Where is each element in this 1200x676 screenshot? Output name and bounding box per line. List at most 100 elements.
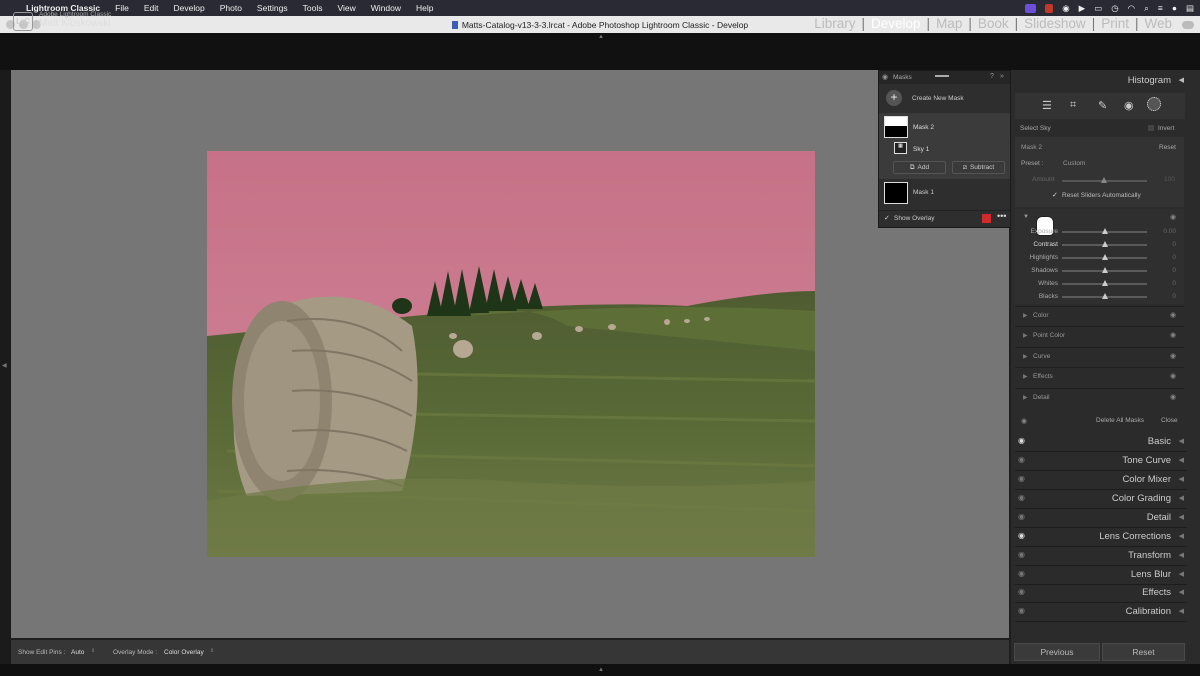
- slider-knob[interactable]: [1102, 280, 1108, 286]
- slider-value[interactable]: 0: [1150, 293, 1176, 300]
- expand-filmstrip-icon[interactable]: ▲: [598, 667, 604, 673]
- cloud-sync-icon[interactable]: [1182, 21, 1194, 29]
- overlay-color-swatch[interactable]: [982, 214, 991, 223]
- menu-window[interactable]: Window: [371, 3, 401, 13]
- develop-panel-header[interactable]: ◉ Color Grading ◀: [1015, 490, 1187, 509]
- reset-button[interactable]: Reset: [1102, 643, 1185, 661]
- panel-visibility-icon[interactable]: ◉: [1018, 606, 1025, 615]
- visibility-icon[interactable]: ◉: [1170, 372, 1176, 380]
- edit-sliders-icon[interactable]: ☰: [1042, 99, 1052, 112]
- mask2-thumbnail[interactable]: [884, 116, 908, 138]
- overlay-mode-select[interactable]: Color Overlay: [164, 649, 204, 656]
- develop-panel-header[interactable]: ◉ Lens Blur ◀: [1015, 566, 1187, 585]
- visibility-icon[interactable]: ◉: [1170, 393, 1176, 401]
- red-app-icon[interactable]: [1045, 3, 1054, 13]
- panel-visibility-icon[interactable]: ◉: [1018, 474, 1025, 483]
- panel-visibility-icon[interactable]: ◉: [1018, 436, 1025, 445]
- delete-all-masks-button[interactable]: Delete All Masks: [1096, 417, 1144, 424]
- slider-value[interactable]: 0: [1150, 267, 1176, 274]
- reset-sliders-checkbox[interactable]: ✓: [1052, 191, 1058, 199]
- panel-visibility-icon[interactable]: ◉: [1018, 493, 1025, 502]
- mask-reset-button[interactable]: Reset: [1159, 144, 1176, 151]
- slider-value[interactable]: 0: [1150, 241, 1176, 248]
- mask1-label[interactable]: Mask 1: [913, 189, 934, 196]
- menu-tools[interactable]: Tools: [303, 3, 323, 13]
- masks-visibility-icon[interactable]: ◉: [1021, 417, 1027, 425]
- develop-panel-header[interactable]: ◉ Effects ◀: [1015, 584, 1187, 603]
- mask2-group[interactable]: Mask 2 ▦ Sky 1 ⧉ Add ⧄ Subtract: [879, 113, 1010, 179]
- show-edit-pins-select[interactable]: Auto: [71, 649, 84, 656]
- select-sky-button[interactable]: Select Sky: [1020, 125, 1051, 132]
- panel-expand-icon[interactable]: ◀: [1179, 588, 1184, 596]
- help-icon[interactable]: ?: [990, 73, 994, 80]
- show-overlay-checkbox[interactable]: ✓: [884, 214, 890, 222]
- mask-section[interactable]: ▶ Detail ◉: [1015, 388, 1184, 408]
- collapse-panel-icon[interactable]: »: [1000, 73, 1004, 80]
- slider-knob[interactable]: [1102, 293, 1108, 299]
- more-options-icon[interactable]: •••: [997, 211, 1006, 221]
- plus-icon[interactable]: +: [886, 90, 902, 106]
- panel-expand-icon[interactable]: ◀: [1179, 513, 1184, 521]
- siri-icon[interactable]: ●: [1172, 3, 1177, 13]
- amount-value[interactable]: 100: [1164, 176, 1175, 183]
- light-visibility-icon[interactable]: ◉: [1170, 213, 1176, 221]
- develop-panel-header[interactable]: ◉ Transform ◀: [1015, 547, 1187, 566]
- expand-icon[interactable]: ▶: [1023, 353, 1028, 360]
- slider-knob[interactable]: [1102, 241, 1108, 247]
- search-icon[interactable]: ⌕: [1144, 3, 1149, 14]
- develop-panel-header[interactable]: ◉ Calibration ◀: [1015, 603, 1187, 622]
- sky1-label[interactable]: Sky 1: [913, 146, 929, 153]
- expand-icon[interactable]: ▶: [1023, 332, 1028, 339]
- previous-button[interactable]: Previous: [1014, 643, 1100, 661]
- panel-expand-icon[interactable]: ◀: [1179, 532, 1184, 540]
- expand-left-icon[interactable]: ◀: [2, 362, 7, 369]
- eye-icon[interactable]: ◉: [882, 73, 888, 81]
- menu-help[interactable]: Help: [416, 3, 433, 13]
- develop-panel-header[interactable]: ◉ Tone Curve ◀: [1015, 452, 1187, 471]
- module-library[interactable]: Library: [808, 16, 861, 31]
- panel-visibility-icon[interactable]: ◉: [1018, 455, 1025, 464]
- module-slideshow[interactable]: Slideshow: [1018, 16, 1092, 31]
- slider-value[interactable]: 0: [1150, 280, 1176, 287]
- expand-icon[interactable]: ▶: [1023, 394, 1028, 401]
- mask1-row[interactable]: Mask 1: [879, 181, 1010, 205]
- clock-icon[interactable]: ◷: [1111, 3, 1118, 14]
- menu-settings[interactable]: Settings: [257, 3, 288, 13]
- crop-icon[interactable]: ⌗: [1070, 99, 1076, 112]
- invert-checkbox[interactable]: Invert: [1158, 125, 1174, 132]
- close-masking-button[interactable]: Close: [1161, 417, 1178, 424]
- panel-expand-icon[interactable]: ◀: [1179, 570, 1184, 578]
- sky-mask-icon[interactable]: ▦: [894, 142, 907, 154]
- histogram-collapse-icon[interactable]: ◀: [1179, 76, 1184, 84]
- battery-icon[interactable]: ▭: [1094, 3, 1102, 14]
- panel-visibility-icon[interactable]: ◉: [1018, 569, 1025, 578]
- masking-icon[interactable]: [1147, 97, 1161, 111]
- slider-knob[interactable]: [1102, 254, 1108, 260]
- slider-value[interactable]: 0: [1150, 254, 1176, 261]
- reset-sliders-label[interactable]: Reset Sliders Automatically: [1062, 192, 1141, 199]
- create-new-mask-label[interactable]: Create New Mask: [912, 95, 964, 102]
- amount-knob[interactable]: [1101, 177, 1107, 183]
- panel-visibility-icon[interactable]: ◉: [1018, 550, 1025, 559]
- notification-icon[interactable]: ▤: [1186, 3, 1194, 14]
- panel-expand-icon[interactable]: ◀: [1179, 494, 1184, 502]
- screen-record-icon[interactable]: [1025, 3, 1037, 13]
- control-center-icon[interactable]: ≡: [1158, 3, 1163, 13]
- develop-panel-header[interactable]: ◉ Detail ◀: [1015, 509, 1187, 528]
- slider-knob[interactable]: [1102, 228, 1108, 234]
- develop-panel-header[interactable]: ◉ Basic ◀: [1015, 433, 1187, 452]
- visibility-icon[interactable]: ◉: [1170, 311, 1176, 319]
- invert-box-icon[interactable]: [1148, 125, 1154, 131]
- drag-handle[interactable]: [935, 75, 949, 77]
- subtract-button[interactable]: ⧄ Subtract: [952, 161, 1005, 174]
- panel-expand-icon[interactable]: ◀: [1179, 456, 1184, 464]
- mask1-thumbnail[interactable]: [884, 182, 908, 204]
- cast-icon[interactable]: ◉: [1062, 3, 1069, 14]
- wifi-icon[interactable]: ◠: [1128, 3, 1135, 14]
- histogram-header[interactable]: Histogram ◀: [1015, 72, 1187, 88]
- menu-view[interactable]: View: [337, 3, 355, 13]
- play-icon[interactable]: ▶: [1079, 3, 1086, 14]
- menu-file[interactable]: File: [115, 3, 129, 13]
- mask-section[interactable]: ▶ Effects ◉: [1015, 367, 1184, 387]
- red-eye-icon[interactable]: ◉: [1124, 99, 1134, 112]
